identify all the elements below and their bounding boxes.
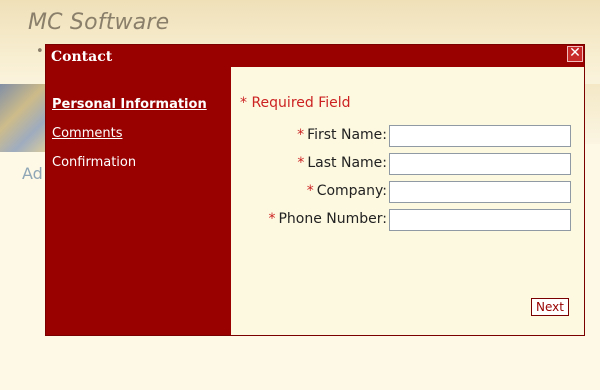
company-label: * Company: bbox=[307, 183, 387, 199]
background-photo bbox=[0, 84, 48, 152]
required-field-text: Required Field bbox=[251, 95, 351, 111]
last-name-row: * Last Name: bbox=[231, 153, 584, 175]
required-star: * bbox=[297, 127, 305, 143]
nav-item-personal-information[interactable]: Personal Information bbox=[52, 97, 207, 112]
phone-number-input[interactable] bbox=[389, 209, 571, 231]
last-name-label: * Last Name: bbox=[297, 155, 387, 171]
last-name-label-text: Last Name: bbox=[307, 155, 387, 171]
first-name-row: * First Name: bbox=[231, 125, 584, 147]
required-star: * bbox=[240, 95, 247, 111]
first-name-label-text: First Name: bbox=[307, 127, 387, 143]
phone-number-label-text: Phone Number: bbox=[278, 211, 387, 227]
step-sidebar: Personal Information Comments Confirmati… bbox=[46, 67, 231, 335]
site-tagline-partial: • bbox=[36, 44, 44, 59]
next-button[interactable]: Next bbox=[531, 298, 569, 316]
close-button[interactable]: ✕ bbox=[567, 46, 583, 62]
first-name-label: * First Name: bbox=[297, 127, 387, 143]
phone-number-row: * Phone Number: bbox=[231, 209, 584, 231]
contact-modal: Contact ✕ Personal Information Comments … bbox=[46, 45, 584, 335]
site-brand: MC Software bbox=[28, 10, 170, 35]
required-star: * bbox=[268, 211, 276, 227]
required-field-note: * Required Field bbox=[240, 95, 351, 111]
last-name-input[interactable] bbox=[389, 153, 571, 175]
modal-title: Contact bbox=[51, 49, 113, 65]
phone-number-label: * Phone Number: bbox=[268, 211, 387, 227]
background-heading-partial: Ad bbox=[22, 164, 43, 183]
nav-item-comments[interactable]: Comments bbox=[52, 126, 122, 141]
company-row: * Company: bbox=[231, 181, 584, 203]
first-name-input[interactable] bbox=[389, 125, 571, 147]
required-star: * bbox=[297, 155, 305, 171]
nav-item-confirmation: Confirmation bbox=[52, 155, 137, 170]
company-input[interactable] bbox=[389, 181, 571, 203]
form-panel: * Required Field * First Name: * Last Name… bbox=[231, 67, 584, 335]
company-label-text: Company: bbox=[316, 183, 387, 199]
required-star: * bbox=[306, 183, 314, 199]
